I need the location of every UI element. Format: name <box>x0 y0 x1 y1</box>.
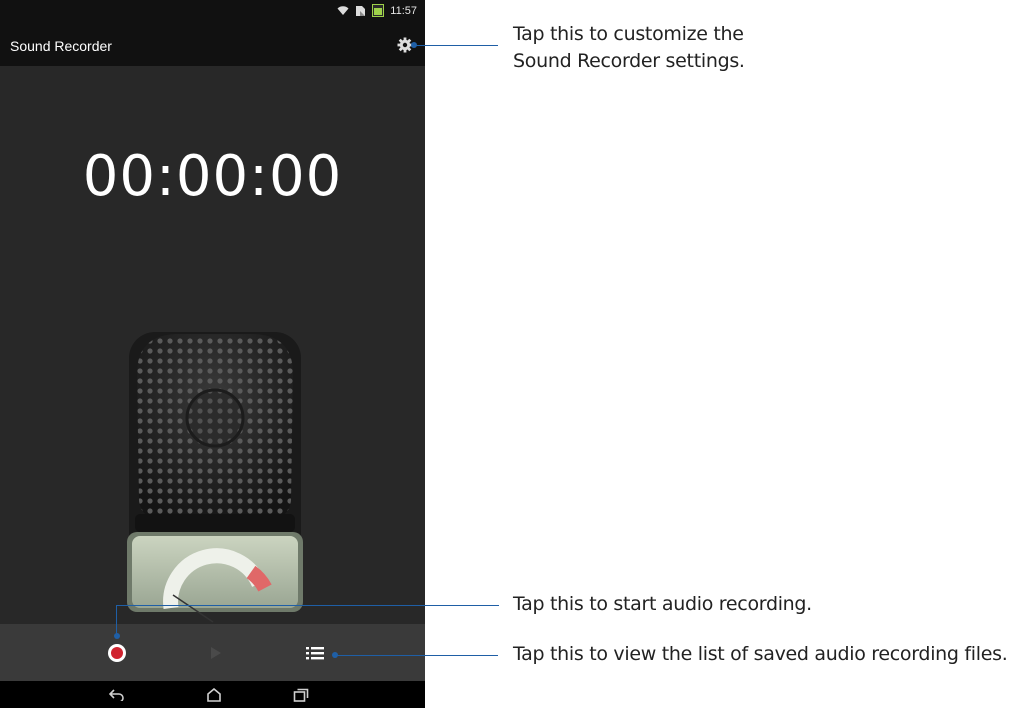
record-callout-label: Tap this to start audio recording. <box>513 593 812 615</box>
battery-icon <box>372 4 385 17</box>
wifi-icon <box>337 6 349 15</box>
home-button[interactable] <box>199 681 229 708</box>
record-callout-dot <box>114 633 120 639</box>
status-bar: 11:57 <box>0 0 425 24</box>
record-callout-stem <box>116 605 117 635</box>
record-callout-line <box>116 605 499 606</box>
status-time: 11:57 <box>390 4 417 17</box>
home-icon <box>207 687 221 702</box>
record-icon <box>108 643 126 662</box>
settings-callout-text: Tap this to customize the Sound Recorder… <box>513 21 745 75</box>
back-icon <box>109 688 124 701</box>
record-callout-text: Tap this to start audio recording. <box>513 591 812 618</box>
playback-controls <box>0 624 425 681</box>
sim-icon <box>356 5 366 16</box>
recording-timer: 00:00:00 <box>82 144 343 209</box>
microphone-illustration <box>127 332 303 623</box>
back-button[interactable] <box>102 681 132 708</box>
settings-callout-line1: Tap this to customize the <box>513 23 744 45</box>
phone-screen: 11:57 Sound Recorder 00:00:00 <box>0 0 425 708</box>
play-button[interactable] <box>198 624 234 681</box>
list-callout-text: Tap this to view the list of saved audio… <box>513 641 1008 668</box>
list-callout-line <box>335 655 498 656</box>
settings-callout-line2: Sound Recorder settings. <box>513 50 745 72</box>
app-title: Sound Recorder <box>10 38 112 54</box>
list-callout-label: Tap this to view the list of saved audio… <box>513 643 1008 665</box>
navigation-bar <box>0 681 425 708</box>
play-icon <box>211 646 221 659</box>
recents-button[interactable] <box>286 681 316 708</box>
list-icon <box>306 646 324 659</box>
settings-callout-line <box>414 45 498 46</box>
recents-icon <box>293 688 309 702</box>
app-bar: Sound Recorder <box>0 24 425 66</box>
status-icons: 11:57 <box>337 4 417 17</box>
recorder-main: 00:00:00 <box>0 66 425 624</box>
recording-list-button[interactable] <box>297 624 333 681</box>
